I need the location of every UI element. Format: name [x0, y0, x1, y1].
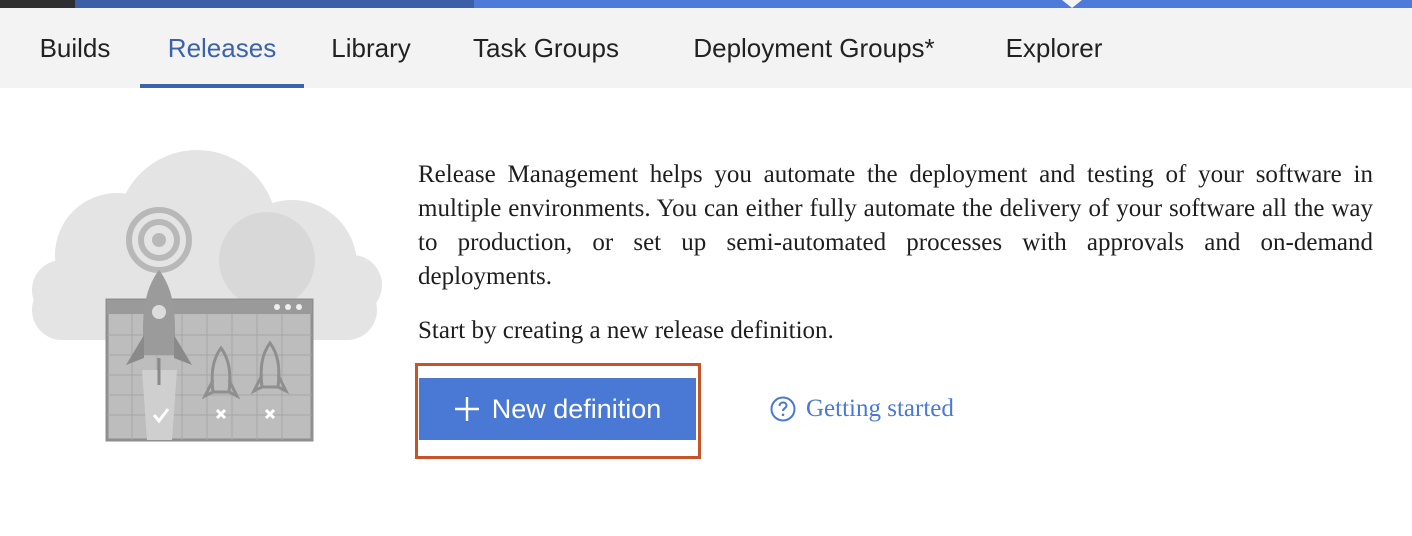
rocket-launch-illustration [22, 140, 382, 450]
start-prompt: Start by creating a new release definiti… [418, 317, 834, 344]
top-bar-segment-mid [75, 0, 474, 8]
top-color-bar [0, 0, 1412, 8]
tab-bar: Builds Releases Library Task Groups Depl… [0, 8, 1412, 88]
release-management-description: Release Management helps you automate th… [418, 161, 1373, 290]
new-definition-button[interactable]: New definition [419, 378, 696, 440]
tab-builds[interactable]: Builds [30, 8, 120, 88]
tab-library[interactable]: Library [322, 8, 420, 88]
tab-task-groups[interactable]: Task Groups [460, 8, 632, 88]
getting-started-label: Getting started [806, 395, 954, 422]
plus-icon [454, 396, 480, 422]
top-bar-segment-dark [0, 0, 75, 8]
tab-deployment-groups[interactable]: Deployment Groups* [672, 8, 956, 88]
getting-started-link[interactable]: Getting started [770, 392, 954, 426]
tab-explorer[interactable]: Explorer [995, 8, 1113, 88]
new-definition-label: New definition [491, 393, 662, 424]
tab-releases[interactable]: Releases [140, 8, 304, 88]
active-hub-notch [1062, 0, 1082, 8]
help-circle-icon [770, 396, 796, 422]
